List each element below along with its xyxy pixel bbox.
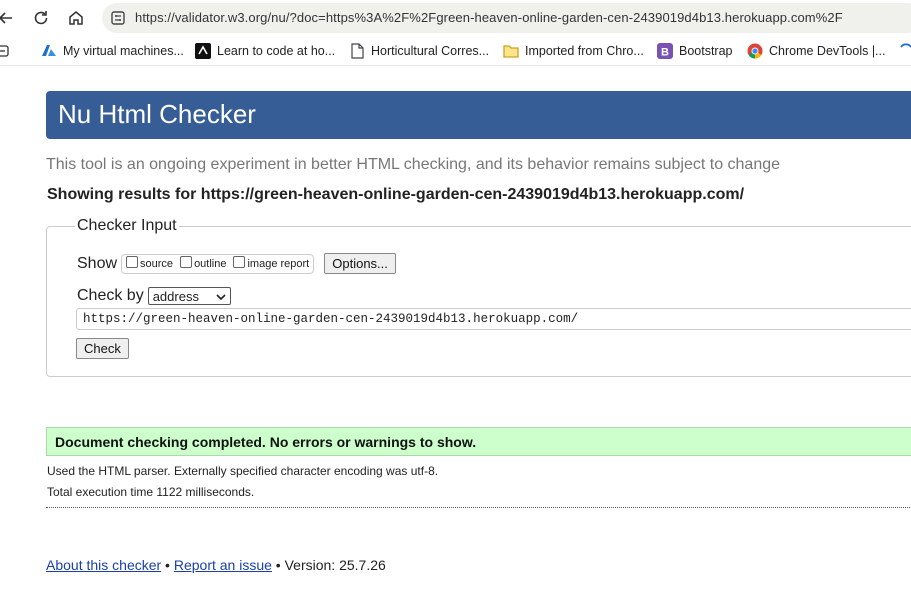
folder-icon xyxy=(503,43,519,59)
version-text: • Version: 25.7.26 xyxy=(271,557,386,573)
footer-separator: • xyxy=(161,557,174,573)
bookmarks-menu-icon[interactable] xyxy=(0,42,16,60)
outline-checkbox[interactable]: outline xyxy=(180,255,227,270)
check-by-value: address xyxy=(152,288,199,304)
bookmark-label: Learn to code at ho... xyxy=(217,44,336,58)
home-icon[interactable] xyxy=(64,6,88,30)
checkbox-box[interactable] xyxy=(126,255,139,268)
source-checkbox[interactable]: source xyxy=(126,255,174,270)
page-title: Nu Html Checker xyxy=(58,99,256,129)
check-by-label: Check by xyxy=(77,287,144,304)
document-icon xyxy=(349,43,365,59)
browser-toolbar: https://validator.w3.org/nu/?doc=https%3… xyxy=(0,0,911,36)
parser-note: Used the HTML parser. Externally specifi… xyxy=(47,464,439,478)
check-button[interactable]: Check xyxy=(76,338,129,359)
checker-input-fieldset: Checker Input Show source outline image … xyxy=(46,217,911,377)
check-by-row: Check by address xyxy=(77,287,231,305)
intro-text: This tool is an ongoing experiment in be… xyxy=(46,156,781,173)
options-button[interactable]: Options... xyxy=(324,253,396,274)
bookmark-label: Imported from Chro... xyxy=(525,44,644,58)
address-url[interactable]: https://validator.w3.org/nu/?doc=https%3… xyxy=(135,10,843,25)
checkbox-box[interactable] xyxy=(233,255,246,268)
check-by-select[interactable]: address xyxy=(147,287,231,305)
bookmark-imported-folder[interactable]: Imported from Chro... xyxy=(503,42,644,60)
checkbox-box[interactable] xyxy=(180,255,193,268)
show-label: Show xyxy=(77,254,118,272)
svg-text:B: B xyxy=(661,47,669,59)
footer: About this checker • Report an issue • V… xyxy=(46,557,386,573)
codeinstitute-icon xyxy=(195,43,211,59)
site-info-icon[interactable] xyxy=(110,10,126,31)
show-options-row: Show source outline image report Options… xyxy=(77,253,396,274)
divider xyxy=(46,507,911,508)
success-text: Document checking completed. No errors o… xyxy=(55,434,477,450)
bookmark-chrome-devtools[interactable]: Chrome DevTools |... xyxy=(747,42,885,60)
document-url-input[interactable]: https://green-heaven-online-garden-cen-2… xyxy=(76,308,911,330)
image-report-checkbox[interactable]: image report xyxy=(233,255,310,270)
bootstrap-icon: B xyxy=(657,43,673,59)
show-options-group: source outline image report xyxy=(121,253,315,274)
chrome-icon xyxy=(747,43,763,59)
validator-page: Nu Html Checker This tool is an ongoing … xyxy=(0,67,911,591)
bookmark-overflow[interactable] xyxy=(898,42,911,60)
execution-time-note: Total execution time 1122 milliseconds. xyxy=(47,485,255,499)
report-issue-link[interactable]: Report an issue xyxy=(174,557,272,573)
page-header: Nu Html Checker xyxy=(46,91,911,139)
results-heading: Showing results for https://green-heaven… xyxy=(47,186,745,203)
bookmark-azure[interactable]: My virtual machines... xyxy=(41,42,184,60)
about-link[interactable]: About this checker xyxy=(46,557,161,573)
bookmark-codeinstitute[interactable]: Learn to code at ho... xyxy=(195,42,335,60)
azure-icon xyxy=(41,43,57,59)
bookmark-label: My virtual machines... xyxy=(63,44,184,58)
reload-icon[interactable] xyxy=(29,6,53,30)
bookmark-horticultural[interactable]: Horticultural Corres... xyxy=(349,42,489,60)
address-bar[interactable]: https://validator.w3.org/nu/?doc=https%3… xyxy=(102,3,911,33)
back-arrow-icon[interactable] xyxy=(0,6,18,30)
bookmark-label: Horticultural Corres... xyxy=(371,44,490,58)
checkbox-label: outline xyxy=(194,257,227,270)
bookmark-bootstrap[interactable]: B Bootstrap xyxy=(657,42,733,60)
checker-input-legend: Checker Input xyxy=(75,217,179,235)
bookmark-label: Chrome DevTools |... xyxy=(769,44,886,58)
bookmarks-bar: My virtual machines... Learn to code at … xyxy=(0,36,911,66)
bookmark-label: Bootstrap xyxy=(679,44,733,58)
checkbox-label: source xyxy=(140,257,174,270)
checkbox-label: image report xyxy=(247,257,310,270)
chevron-down-icon xyxy=(216,289,226,304)
success-message: Document checking completed. No errors o… xyxy=(46,427,911,456)
